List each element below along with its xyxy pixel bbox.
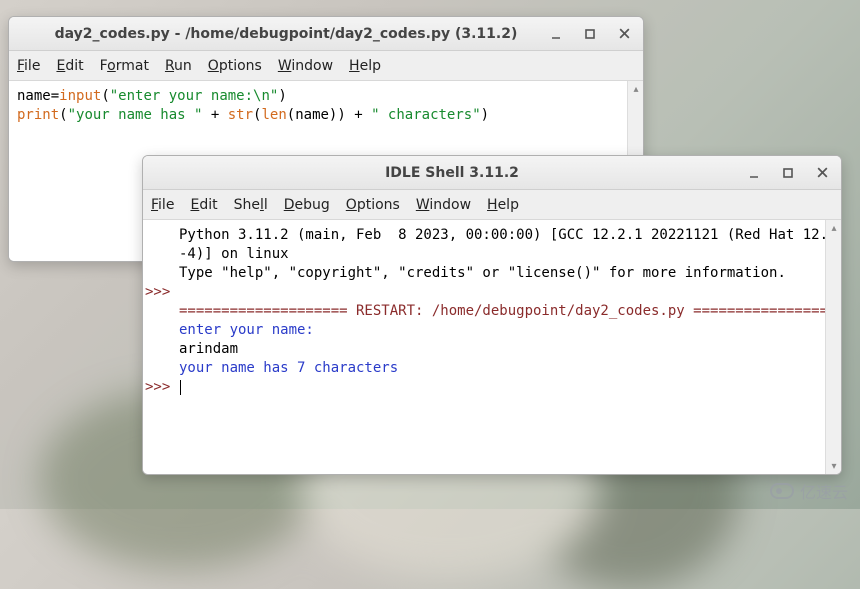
shell-menu-help[interactable]: Help xyxy=(487,197,519,213)
prompt-symbol: >>> xyxy=(145,379,179,395)
shell-menu-edit[interactable]: Edit xyxy=(190,197,217,213)
builtin-input: input xyxy=(59,88,101,104)
program-prompt: enter your name: xyxy=(179,322,314,338)
editor-menu-edit[interactable]: Edit xyxy=(56,58,83,74)
python-banner: Type "help", "copyright", "credits" or "… xyxy=(179,265,786,281)
shell-scrollbar[interactable]: ▴ ▾ xyxy=(825,220,841,474)
close-button[interactable] xyxy=(611,23,637,45)
watermark-logo-icon xyxy=(770,483,794,499)
string-literal: "your name has " xyxy=(68,107,203,123)
shell-titlebar[interactable]: IDLE Shell 3.11.2 xyxy=(143,156,841,190)
shell-menu-debug[interactable]: Debug xyxy=(284,197,330,213)
watermark: 亿速云 xyxy=(770,479,848,503)
code-text: name= xyxy=(17,88,59,104)
close-button[interactable] xyxy=(809,162,835,184)
string-literal: "enter your name:\n" xyxy=(110,88,279,104)
shell-menu-window[interactable]: Window xyxy=(416,197,471,213)
watermark-text: 亿速云 xyxy=(800,479,848,503)
string-literal: " characters" xyxy=(371,107,481,123)
editor-window-controls xyxy=(543,17,637,50)
shell-menu-file[interactable]: File xyxy=(151,197,174,213)
editor-menu-help[interactable]: Help xyxy=(349,58,381,74)
editor-titlebar[interactable]: day2_codes.py - /home/debugpoint/day2_co… xyxy=(9,17,643,51)
maximize-button[interactable] xyxy=(775,162,801,184)
code-text: (name)) + xyxy=(287,107,371,123)
paren: ) xyxy=(278,88,286,104)
scroll-up-icon[interactable]: ▴ xyxy=(826,220,842,236)
operator: + xyxy=(202,107,227,123)
user-entered-text: arindam xyxy=(179,341,238,357)
scroll-down-icon[interactable]: ▾ xyxy=(826,458,842,474)
shell-window: IDLE Shell 3.11.2 File Edit Shell Debug Opti… xyxy=(142,155,842,475)
restart-line: ==================== RESTART: /home/debu… xyxy=(179,303,825,319)
minimize-button[interactable] xyxy=(741,162,767,184)
program-output: your name has 7 characters xyxy=(179,360,398,376)
shell-title: IDLE Shell 3.11.2 xyxy=(143,165,841,181)
editor-menu-file[interactable]: File xyxy=(17,58,40,74)
editor-menu-format[interactable]: Format xyxy=(100,58,149,74)
builtin-str: str xyxy=(228,107,253,123)
shell-body: >>> >>> Python 3.11.2 (main, Feb 8 2023,… xyxy=(143,220,841,474)
paren: ( xyxy=(59,107,67,123)
shell-menu-options[interactable]: Options xyxy=(346,197,400,213)
builtin-print: print xyxy=(17,107,59,123)
shell-output[interactable]: Python 3.11.2 (main, Feb 8 2023, 00:00:0… xyxy=(177,220,825,474)
prompt-gutter: >>> >>> xyxy=(143,220,177,474)
editor-menu-options[interactable]: Options xyxy=(208,58,262,74)
shell-menu-shell[interactable]: Shell xyxy=(234,197,268,213)
minimize-button[interactable] xyxy=(543,23,569,45)
paren: ( xyxy=(101,88,109,104)
python-banner: Python 3.11.2 (main, Feb 8 2023, 00:00:0… xyxy=(179,227,825,243)
shell-menubar: File Edit Shell Debug Options Window Help xyxy=(143,190,841,220)
paren: ) xyxy=(481,107,489,123)
python-banner: -4)] on linux xyxy=(179,246,289,262)
text-cursor xyxy=(180,380,181,395)
editor-menu-window[interactable]: Window xyxy=(278,58,333,74)
prompt-symbol: >>> xyxy=(145,284,179,300)
editor-menubar: File Edit Format Run Options Window Help xyxy=(9,51,643,81)
scroll-up-icon[interactable]: ▴ xyxy=(628,81,644,97)
builtin-len: len xyxy=(261,107,286,123)
editor-menu-run[interactable]: Run xyxy=(165,58,192,74)
shell-window-controls xyxy=(741,156,835,189)
maximize-button[interactable] xyxy=(577,23,603,45)
